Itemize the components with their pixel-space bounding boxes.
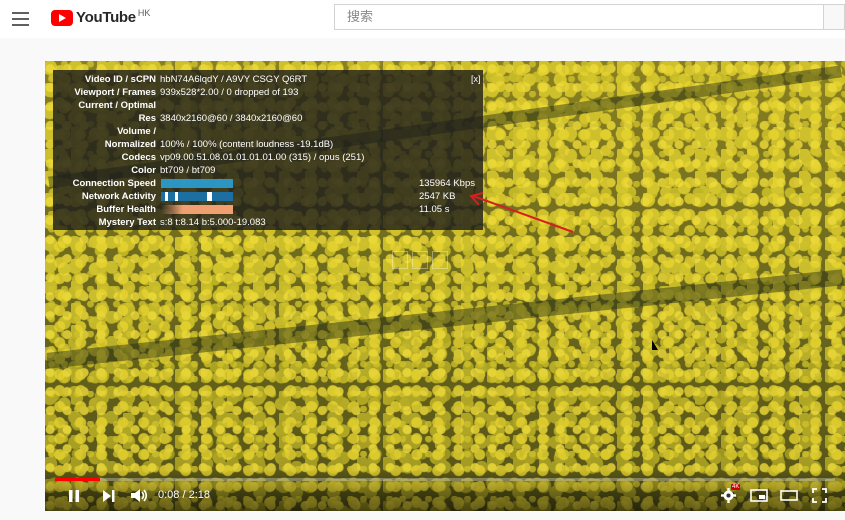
region-code: HK (137, 8, 151, 18)
theater-mode-icon[interactable] (780, 490, 798, 501)
youtube-logo[interactable]: YouTube HK (51, 8, 150, 30)
stats-row: Res 3840x2160@60 / 3840x2160@60 (53, 113, 483, 125)
stats-row: Viewport / Frames 939x528*2.00 / 0 dropp… (53, 87, 483, 99)
buffer-health-graph (161, 205, 233, 214)
stats-row: Video ID / sCPN hbN74A6lqdY / A9VY CSGY … (53, 74, 483, 86)
spherical-controls (392, 251, 452, 269)
stats-row: Color bt709 / bt709 (53, 165, 483, 177)
search-button[interactable] (824, 4, 845, 30)
stats-label: Color (131, 165, 156, 176)
stats-value: 2547 KB (419, 191, 456, 202)
stats-value: vp09.00.51.08.01.01.01.01.00 (315) / opu… (160, 152, 365, 163)
miniplayer-icon[interactable] (750, 489, 768, 502)
time-display: 0:08 / 2:18 (158, 489, 210, 501)
stats-row: Network Activity 2547 KB (53, 191, 483, 203)
progress-bar[interactable] (55, 478, 835, 481)
masthead: YouTube HK 搜索 (0, 0, 845, 38)
stats-row: Volume / (53, 126, 483, 138)
stats-label: Codecs (121, 152, 156, 163)
menu-icon[interactable] (12, 12, 29, 26)
stats-label: Res (138, 113, 156, 124)
stats-row: Mystery Text s:8 t:8.14 b:5.000-19.083 (53, 217, 483, 229)
annotation-arrow (469, 192, 574, 233)
network-activity-graph (161, 192, 233, 201)
connection-speed-graph (161, 179, 233, 188)
stats-value: hbN74A6lqdY / A9VY CSGY Q6RT (160, 74, 308, 85)
stats-value: 135964 Kbps (419, 178, 475, 189)
stats-label: Buffer Health (96, 204, 156, 215)
stats-value: 11.05 s (419, 204, 450, 215)
fullscreen-icon[interactable] (812, 488, 827, 503)
stats-row: Connection Speed 135964 Kbps (53, 178, 483, 190)
stats-row: Current / Optimal (53, 100, 483, 112)
stats-row: Buffer Health 11.05 s (53, 204, 483, 216)
mouse-cursor (652, 340, 658, 350)
stats-label: Network Activity (81, 191, 156, 202)
stats-value: 939x528*2.00 / 0 dropped of 193 (160, 87, 299, 98)
stats-label: Volume / (117, 126, 156, 137)
stats-label: Mystery Text (98, 217, 156, 228)
next-icon[interactable] (102, 490, 116, 502)
stats-label: Video ID / sCPN (84, 74, 156, 85)
quality-badge: 4K (731, 484, 741, 490)
progress-played (55, 478, 101, 481)
stats-label: Connection Speed (72, 178, 156, 189)
stats-value: bt709 / bt709 (160, 165, 216, 176)
stats-row: Normalized 100% / 100% (content loudness… (53, 139, 483, 151)
stats-value: 100% / 100% (content loudness -19.1dB) (160, 139, 334, 150)
stats-label: Viewport / Frames (74, 87, 156, 98)
youtube-play-icon (51, 10, 73, 26)
volume-icon[interactable] (131, 488, 149, 503)
search-input[interactable]: 搜索 (334, 4, 824, 30)
stats-row: Codecs vp09.00.51.08.01.01.01.01.00 (315… (53, 152, 483, 164)
stats-value: 3840x2160@60 / 3840x2160@60 (160, 113, 303, 124)
stats-label: Current / Optimal (78, 100, 156, 111)
brand-name: YouTube (76, 9, 136, 26)
stats-label: Normalized (104, 139, 156, 150)
settings-icon[interactable] (721, 488, 736, 503)
stats-value: s:8 t:8.14 b:5.000-19.083 (160, 217, 266, 228)
pause-icon[interactable] (67, 489, 81, 503)
stats-for-nerds-panel: [x] Video ID / sCPN hbN74A6lqdY / A9VY C… (53, 70, 483, 230)
